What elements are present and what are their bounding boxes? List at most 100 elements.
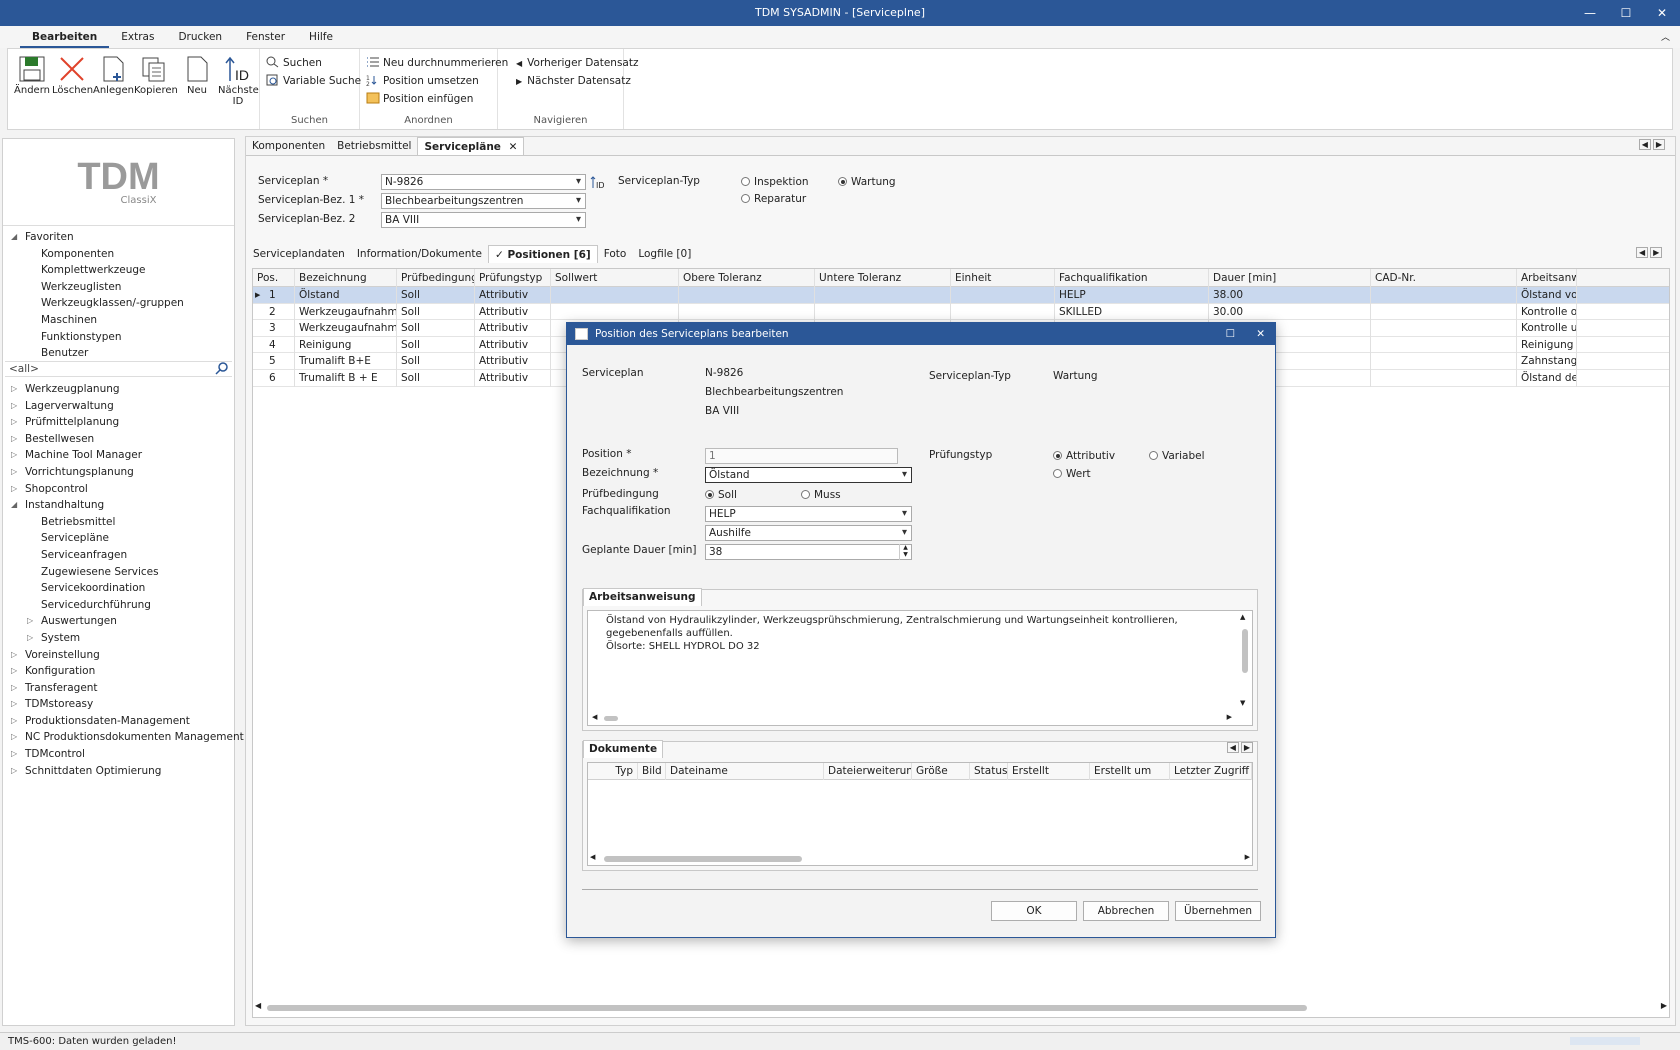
grid-cell[interactable]: Trumalift B+E (295, 353, 397, 370)
tree-node-instand-7[interactable]: ▷ System (3, 630, 234, 647)
tree-node-bottom-6[interactable]: ▷ TDMcontrol (3, 746, 234, 763)
grid-header-cell[interactable]: Bezeichnung (295, 269, 397, 287)
grid-cell[interactable]: Attributiv (475, 336, 551, 354)
grid-cell[interactable]: 6 (265, 370, 295, 387)
doc-header-cell[interactable]: Dateierweiterung (824, 763, 912, 780)
grid-header-cell[interactable]: Fachqualifikation (1055, 269, 1209, 287)
tree-node-bottom-7[interactable]: ▷ Schnittdaten Optimierung (3, 763, 234, 780)
cancel-button[interactable]: Abbrechen (1083, 901, 1169, 921)
dialog-maximize-icon[interactable]: ☐ (1226, 323, 1235, 345)
tree-node-instand-0[interactable]: Betriebsmittel (3, 514, 234, 531)
variable-search-button[interactable]: Variable Suche (266, 72, 361, 90)
doc-header-cell[interactable]: Erstellt (1008, 763, 1090, 780)
grid-cell[interactable]: Werkzeugaufnahme (295, 320, 397, 337)
grid-cell[interactable] (679, 303, 815, 321)
grid-cell[interactable]: 38.00 (1209, 287, 1371, 304)
grid-cell[interactable]: Soll (397, 287, 475, 304)
create-button[interactable]: Anlegen (93, 53, 134, 96)
grid-cell[interactable]: Kontrolle ur (1517, 320, 1577, 337)
grid-header-cell[interactable]: Untere Toleranz (815, 269, 951, 287)
subtab-information[interactable]: Information/Dokumente (351, 245, 488, 263)
doc-tab-serviceplaene[interactable]: Servicepläne ✕ (417, 137, 525, 155)
grid-header-cell[interactable]: Einheit (951, 269, 1055, 287)
grid-cell[interactable]: Ölstand vor (1517, 287, 1577, 304)
grid-cell[interactable] (679, 287, 815, 304)
tree-node-fav-1[interactable]: Komplettwerkzeuge (3, 262, 234, 279)
subtab-serviceplandaten[interactable]: Serviceplandaten (247, 245, 351, 263)
tree-node-instand-3[interactable]: Zugewiesene Services (3, 564, 234, 581)
grid-cell[interactable]: 1 (265, 287, 295, 304)
grid-header-cell[interactable]: CAD-Nr. (1371, 269, 1517, 287)
grid-cell[interactable]: Reinigung (295, 336, 397, 354)
menu-drucken[interactable]: Drucken (166, 26, 234, 48)
radio-wert[interactable]: Wert (1053, 468, 1091, 480)
grid-cell[interactable]: Soll (397, 370, 475, 387)
grid-cell[interactable] (551, 287, 679, 304)
vertical-scrollbar[interactable]: ▲ ▼ (1240, 613, 1250, 707)
grid-cell[interactable] (951, 303, 1055, 321)
copy-button[interactable]: Kopieren (134, 53, 178, 96)
tree-node-fav-0[interactable]: Komponenten (3, 246, 234, 263)
grid-header-cell[interactable]: Obere Toleranz (679, 269, 815, 287)
serviceplan-field[interactable]: N-9826 (381, 174, 586, 190)
doc-tab-betriebsmittel[interactable]: Betriebsmittel (331, 137, 417, 155)
scroll-left-icon[interactable]: ◀ (1638, 139, 1651, 150)
grid-cell[interactable]: Soll (397, 303, 475, 321)
grid-cell[interactable]: Attributiv (475, 287, 551, 304)
grid-header-cell[interactable]: Pos. (253, 269, 295, 287)
tree-node-fav-3[interactable]: Werkzeugklassen/-gruppen (3, 295, 234, 312)
doc-header-cell[interactable]: Status (970, 763, 1008, 780)
arbeitsanweisung-text[interactable]: Ölstand von Hydraulikzylinder, Werkzeugs… (587, 610, 1253, 726)
dlg-fach-field[interactable]: HELP (705, 506, 912, 522)
grid-cell[interactable]: Soll (397, 353, 475, 370)
doc-header-cell[interactable]: Typ (588, 763, 638, 780)
menu-hilfe[interactable]: Hilfe (297, 26, 345, 48)
grid-cell[interactable]: Trumalift B + E (295, 370, 397, 387)
renumber-button[interactable]: Neu durchnummerieren (366, 54, 508, 72)
tree-node-main-7[interactable]: ◢ Instandhaltung (3, 497, 234, 514)
grid-cell[interactable]: 2 (265, 303, 295, 321)
delete-button[interactable]: Löschen (52, 53, 93, 96)
dlg-position-field[interactable]: 1 (705, 448, 898, 464)
table-row[interactable]: 2 Werkzeugaufnahme Soll Attributiv SKILLED 30… (253, 303, 1669, 321)
radio-soll[interactable]: Soll (705, 489, 737, 501)
expand-arrow-icon[interactable]: ▷ (11, 729, 17, 746)
subtab-foto[interactable]: Foto (598, 245, 633, 263)
menu-extras[interactable]: Extras (109, 26, 166, 48)
radio-muss[interactable]: Muss (801, 489, 841, 501)
grid-cell[interactable]: Attributiv (475, 303, 551, 321)
expand-arrow-icon[interactable]: ▷ (11, 381, 17, 398)
expand-arrow-icon[interactable]: ▷ (11, 398, 17, 415)
doc-header-cell[interactable]: Größe (912, 763, 970, 780)
grid-cell[interactable]: Soll (397, 320, 475, 337)
grid-cell[interactable] (1371, 303, 1517, 321)
subtab-logfile[interactable]: Logfile [0] (632, 245, 697, 263)
doc-tab-komponenten[interactable]: Komponenten (246, 137, 331, 155)
expand-arrow-icon[interactable]: ▷ (11, 481, 17, 498)
grid-cell[interactable]: SKILLED (1055, 303, 1209, 321)
grid-cell[interactable]: Ölstand (295, 287, 397, 304)
grid-cell[interactable] (815, 303, 951, 321)
expand-arrow-icon[interactable]: ▷ (11, 713, 17, 730)
grid-header-cell[interactable]: Sollwert (551, 269, 679, 287)
maximize-icon[interactable]: ☐ (1608, 0, 1644, 26)
tree-node-main-1[interactable]: ▷ Lagerverwaltung (3, 398, 234, 415)
spinner-icon[interactable]: ▲ ▼ (899, 544, 911, 560)
tree-node-main-5[interactable]: ▷ Vorrichtungsplanung (3, 464, 234, 481)
radio-variabel[interactable]: Variabel (1149, 450, 1205, 462)
grid-cell[interactable]: Soll (397, 336, 475, 354)
radio-reparatur[interactable]: Reparatur (741, 193, 806, 205)
grid-cell[interactable]: 4 (265, 336, 295, 354)
grid-cell[interactable] (1371, 336, 1517, 354)
expand-arrow-icon[interactable]: ▷ (11, 464, 17, 481)
grid-header-cell[interactable]: Arbeitsanw (1517, 269, 1577, 287)
scroll-right-icon[interactable]: ▶ (1652, 139, 1665, 150)
grid-cell[interactable]: 3 (265, 320, 295, 337)
tab-close-icon[interactable]: ✕ (509, 141, 518, 153)
tree-node-bottom-2[interactable]: ▷ Transferagent (3, 680, 234, 697)
id-lookup-icon[interactable]: ID (590, 174, 606, 190)
dialog-close-icon[interactable]: ✕ (1256, 323, 1265, 345)
grid-cell[interactable] (1371, 353, 1517, 370)
grid-header-cell[interactable]: Prüfbedingung (397, 269, 475, 287)
expand-arrow-icon[interactable]: ▷ (27, 630, 33, 647)
